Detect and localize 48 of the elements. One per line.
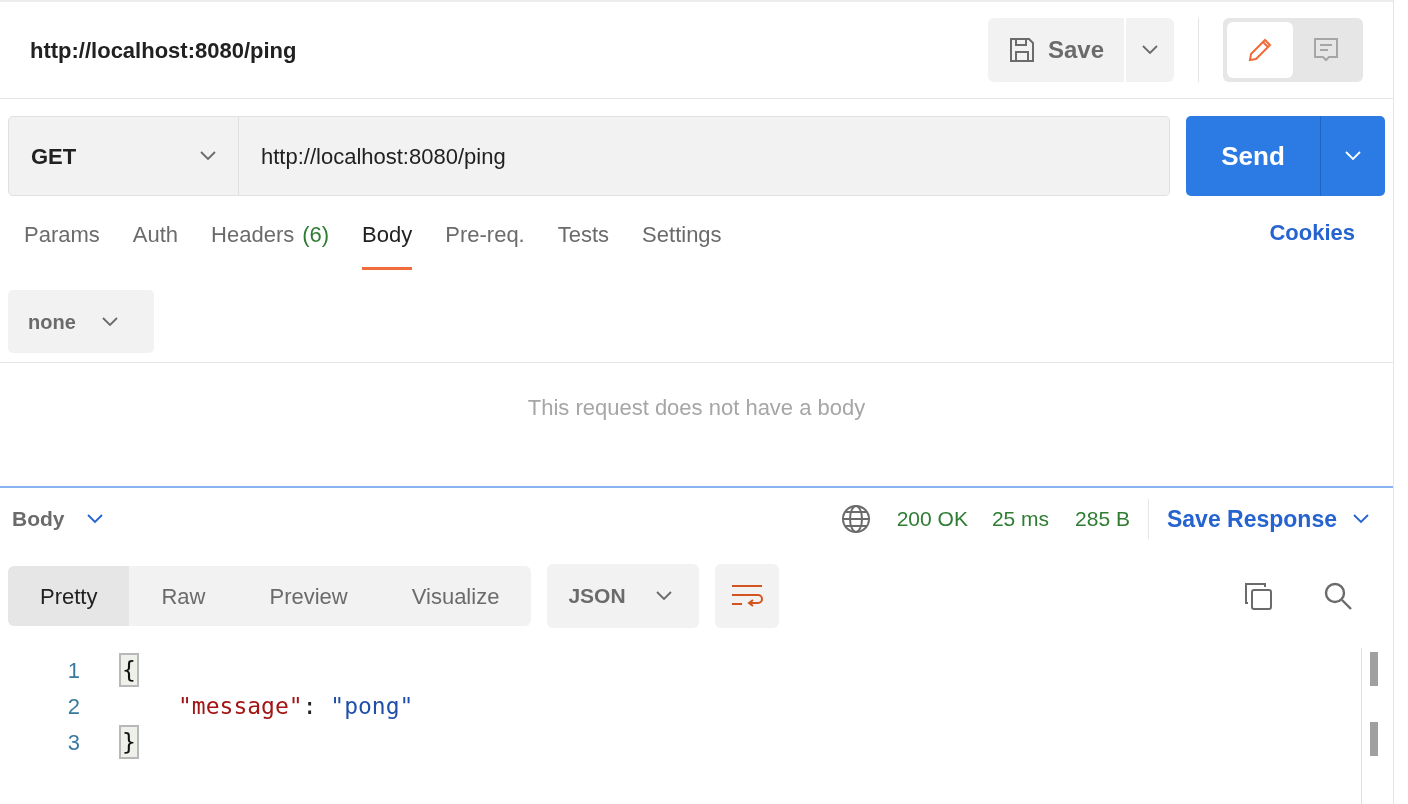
chevron-down-icon xyxy=(1142,45,1158,55)
empty-body-message: This request does not have a body xyxy=(527,394,866,422)
copy-icon[interactable] xyxy=(1243,581,1273,611)
view-tab[interactable]: Pretty xyxy=(8,566,130,626)
chevron-down-icon xyxy=(200,151,216,161)
url-field[interactable]: http://localhost:8080/ping xyxy=(239,116,1170,196)
json-string: "pong" xyxy=(330,691,414,721)
request-tab[interactable]: Headers (6) xyxy=(211,208,330,270)
matched-brace: { xyxy=(119,653,139,687)
response-time: 25 ms xyxy=(991,506,1050,533)
line-number: 1 xyxy=(66,656,80,685)
chevron-down-icon xyxy=(1345,151,1361,161)
send-button[interactable]: Send xyxy=(1186,116,1320,196)
json-key: "message" xyxy=(178,688,303,724)
request-tab[interactable]: Settings xyxy=(642,208,722,270)
chevron-down-icon xyxy=(655,591,672,601)
globe-icon xyxy=(840,504,871,534)
save-button[interactable]: Save xyxy=(987,18,1124,82)
chevron-down-icon xyxy=(1353,514,1369,524)
view-tab[interactable]: Preview xyxy=(237,566,380,626)
response-section-dropdown[interactable]: Body xyxy=(12,503,103,535)
json-punctuation: : xyxy=(302,691,318,721)
matched-brace: } xyxy=(119,725,139,759)
body-type-dropdown[interactable]: none xyxy=(8,290,154,353)
response-size: 285 B xyxy=(1075,506,1130,533)
request-tab[interactable]: Body xyxy=(362,208,413,270)
chevron-down-icon xyxy=(101,316,118,327)
format-dropdown[interactable]: JSON xyxy=(547,564,700,628)
method-dropdown[interactable]: GET xyxy=(8,116,239,196)
request-title: http://localhost:8080/ping xyxy=(30,36,297,65)
pencil-icon xyxy=(1246,36,1274,64)
request-tab[interactable]: Tests xyxy=(557,208,610,270)
edit-mode-button[interactable] xyxy=(1227,22,1293,78)
status-code: 200 OK xyxy=(896,506,968,533)
request-tab[interactable]: Pre-req. xyxy=(445,208,525,270)
request-tab[interactable]: Auth xyxy=(132,208,179,270)
wrap-lines-icon xyxy=(731,583,764,609)
save-response-button[interactable]: Save Response xyxy=(1166,501,1369,537)
view-tab[interactable]: Raw xyxy=(129,566,238,626)
wrap-lines-button[interactable] xyxy=(715,564,780,628)
view-tab[interactable]: Visualize xyxy=(379,566,532,626)
cookies-link[interactable]: Cookies xyxy=(1269,208,1355,249)
search-icon[interactable] xyxy=(1323,581,1353,611)
comment-icon xyxy=(1312,36,1340,64)
line-number: 3 xyxy=(66,728,80,757)
chevron-down-icon xyxy=(86,514,103,524)
line-number: 2 xyxy=(66,692,80,721)
request-tab[interactable]: Params xyxy=(24,208,100,270)
